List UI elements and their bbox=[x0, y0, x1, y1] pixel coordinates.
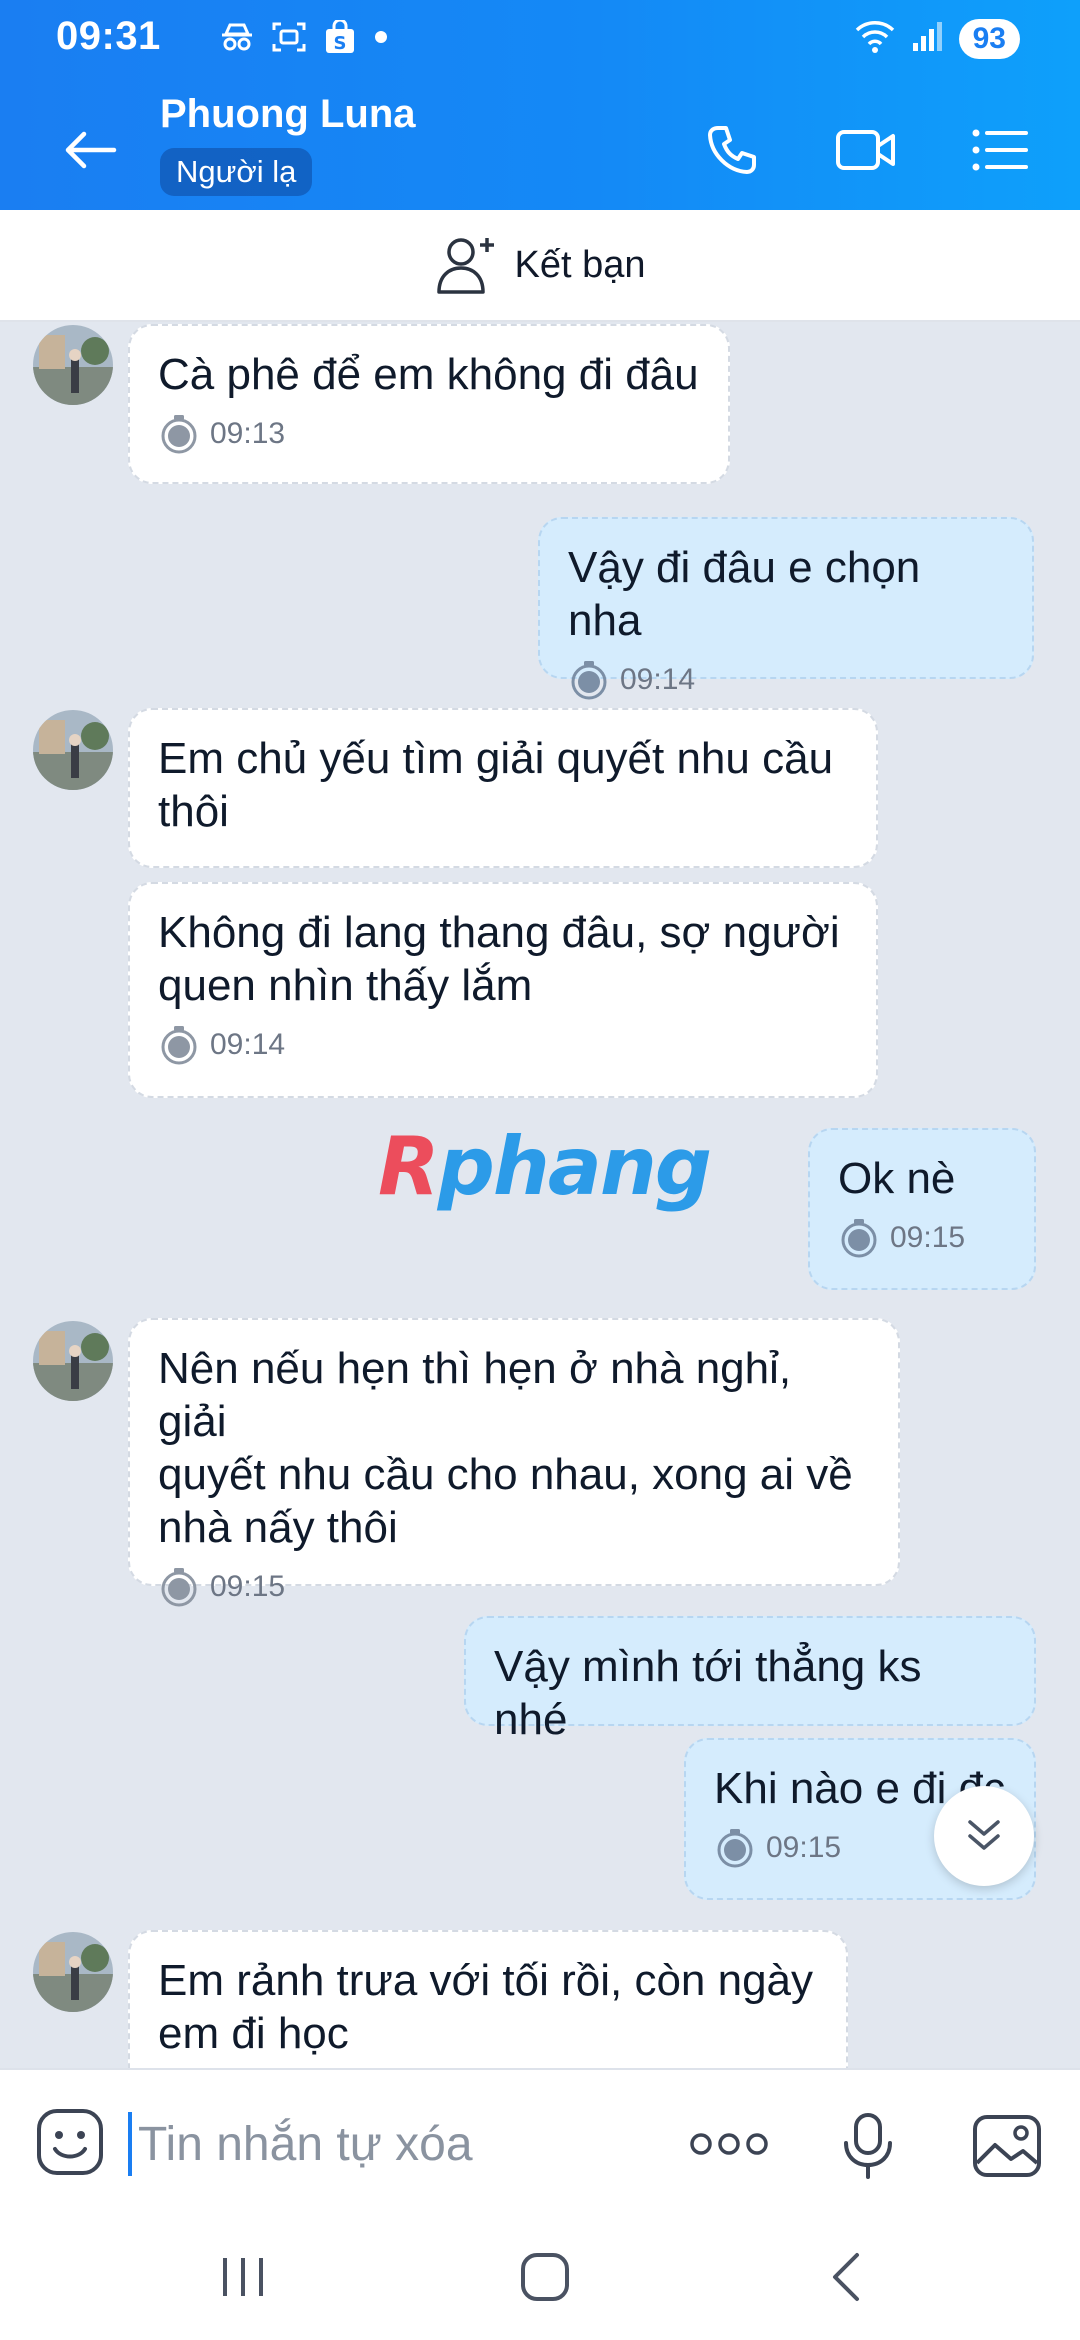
home-icon bbox=[521, 2253, 569, 2301]
message-text: Cà phê để em không đi đâu bbox=[158, 350, 699, 399]
back-arrow-icon bbox=[65, 131, 117, 169]
video-call-icon bbox=[836, 130, 895, 170]
message-bubble-outgoing[interactable]: Vậy đi đâu e chọn nha 09:14 bbox=[538, 517, 1034, 700]
message-time: 09:15 bbox=[766, 1831, 842, 1864]
menu-list-icon bbox=[972, 129, 1028, 171]
recent-apps-icon bbox=[223, 2258, 263, 2296]
message-bubble-incoming[interactable]: Nên nếu hẹn thì hẹn ở nhà nghỉ, giải quy… bbox=[128, 1318, 900, 1607]
message-text: Không đi lang thang đâu, sợ người quen n… bbox=[158, 908, 840, 1010]
video-call-button[interactable] bbox=[826, 110, 906, 190]
status-time: 09:31 bbox=[56, 14, 161, 58]
chat-options-button[interactable] bbox=[960, 110, 1040, 190]
system-nav-bar bbox=[0, 2216, 1080, 2340]
message-text: Vậy đi đâu e chọn nha bbox=[568, 543, 933, 645]
image-gallery-icon bbox=[973, 2115, 1041, 2177]
shopping-bag-icon: S bbox=[324, 18, 356, 59]
message-bubble-outgoing[interactable]: Ok nè 09:15 bbox=[808, 1128, 1036, 1290]
contact-avatar[interactable] bbox=[33, 710, 113, 790]
timer-icon bbox=[571, 661, 607, 700]
message-text: Ok nè bbox=[838, 1154, 956, 1203]
phone-icon bbox=[708, 126, 756, 174]
message-input-bar bbox=[0, 2068, 1080, 2216]
add-friend-label: Kết bạn bbox=[514, 243, 646, 286]
contact-avatar[interactable] bbox=[33, 325, 113, 405]
voice-call-button[interactable] bbox=[692, 110, 772, 190]
home-button[interactable] bbox=[500, 2242, 590, 2312]
status-bar: 09:31 S 93 bbox=[0, 0, 1080, 80]
contact-name[interactable]: Phuong Luna bbox=[160, 92, 416, 137]
timer-icon bbox=[161, 415, 197, 454]
avatar-photo bbox=[33, 1932, 113, 2012]
more-options-button[interactable] bbox=[684, 2114, 774, 2174]
wifi-icon bbox=[853, 18, 897, 59]
message-time: 09:14 bbox=[210, 1028, 286, 1061]
emoji-button[interactable] bbox=[32, 2104, 108, 2180]
more-options-icon bbox=[690, 2133, 768, 2155]
recent-apps-button[interactable] bbox=[198, 2242, 288, 2312]
watermark-logo: Rphang bbox=[378, 1120, 712, 1213]
scroll-to-bottom-button[interactable] bbox=[934, 1786, 1034, 1886]
timer-icon bbox=[161, 1568, 197, 1607]
message-text: Em chủ yếu tìm giải quyết nhu cầu thôi bbox=[158, 734, 834, 836]
svg-text:S: S bbox=[334, 33, 347, 54]
timer-icon bbox=[161, 1026, 197, 1065]
message-bubble-incoming[interactable]: Cà phê để em không đi đâu 09:13 bbox=[128, 324, 730, 484]
chevron-double-down-icon bbox=[968, 1820, 1000, 1850]
add-friend-icon bbox=[436, 238, 494, 294]
avatar-photo bbox=[33, 1321, 113, 1401]
send-image-button[interactable] bbox=[966, 2106, 1048, 2186]
timer-icon bbox=[841, 1219, 877, 1258]
battery-indicator: 93 bbox=[958, 18, 1020, 59]
system-back-button[interactable] bbox=[800, 2242, 890, 2312]
message-bubble-incoming[interactable]: Em chủ yếu tìm giải quyết nhu cầu thôi bbox=[128, 708, 878, 868]
back-button[interactable] bbox=[52, 112, 128, 188]
stranger-badge: Người lạ bbox=[160, 148, 313, 196]
add-friend-button[interactable]: Kết bạn bbox=[0, 210, 1080, 322]
message-bubble-outgoing[interactable]: Vậy mình tới thẳng ks nhé bbox=[464, 1616, 1036, 1744]
contact-avatar[interactable] bbox=[33, 1321, 113, 1401]
message-time: 09:15 bbox=[210, 1570, 286, 1603]
timer-icon bbox=[717, 1829, 753, 1868]
message-time: 09:14 bbox=[620, 663, 696, 696]
microphone-icon bbox=[844, 2113, 892, 2179]
message-time: 09:15 bbox=[890, 1221, 966, 1254]
chat-header: 09:31 S 93 Phuong Luna Người lạ bbox=[0, 0, 1080, 210]
message-text: Vậy mình tới thẳng ks nhé bbox=[494, 1642, 934, 1744]
avatar-photo bbox=[33, 325, 113, 405]
incognito-icon bbox=[220, 22, 254, 57]
voice-message-button[interactable] bbox=[828, 2106, 908, 2186]
dot-icon bbox=[374, 30, 388, 49]
message-bubble-incoming[interactable]: Không đi lang thang đâu, sợ người quen n… bbox=[128, 882, 878, 1098]
contact-avatar[interactable] bbox=[33, 1932, 113, 2012]
screenshot-icon bbox=[272, 21, 306, 58]
message-time: 09:13 bbox=[210, 417, 286, 450]
message-text: Nên nếu hẹn thì hẹn ở nhà nghỉ, giải quy… bbox=[158, 1344, 853, 1552]
message-bubble-incoming[interactable]: Em rảnh trưa với tối rồi, còn ngày em đi… bbox=[128, 1930, 848, 2068]
signal-icon bbox=[911, 19, 945, 58]
message-list[interactable]: Cà phê để em không đi đâu 09:13 Vậy đi đ… bbox=[0, 322, 1080, 2068]
emoji-sticker-icon bbox=[37, 2109, 103, 2175]
back-icon bbox=[833, 2253, 859, 2301]
message-text: Em rảnh trưa với tối rồi, còn ngày em đi… bbox=[158, 1956, 814, 2058]
title-bar: Phuong Luna Người lạ bbox=[0, 80, 1080, 210]
message-input[interactable] bbox=[128, 2112, 648, 2176]
avatar-photo bbox=[33, 710, 113, 790]
